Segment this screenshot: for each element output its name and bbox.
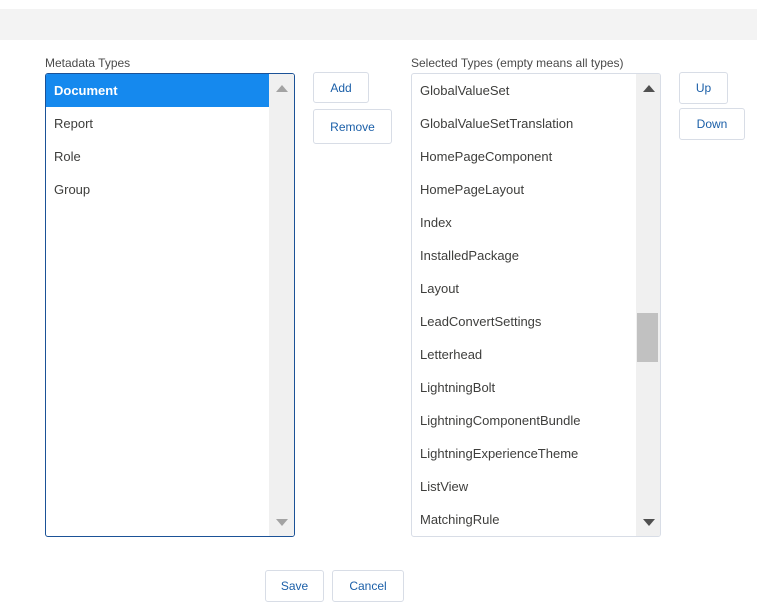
list-item[interactable]: Index — [412, 206, 636, 239]
list-item[interactable]: Letterhead — [412, 338, 636, 371]
scroll-down-icon[interactable] — [636, 512, 660, 532]
move-up-button[interactable]: Up — [679, 72, 728, 104]
scroll-thumb[interactable] — [637, 313, 658, 362]
list-item[interactable]: HomePageComponent — [412, 140, 636, 173]
scroll-up-icon[interactable] — [636, 78, 660, 98]
selected-types-label: Selected Types (empty means all types) — [411, 56, 624, 70]
list-item[interactable]: Group — [46, 173, 270, 206]
scroll-up-icon[interactable] — [269, 78, 294, 98]
list-item[interactable]: InstalledPackage — [412, 239, 636, 272]
selected-types-scrollbar[interactable] — [636, 74, 660, 536]
selected-types-listbox[interactable]: GlobalValueSet GlobalValueSetTranslation H… — [411, 73, 661, 537]
remove-button[interactable]: Remove — [313, 109, 392, 144]
metadata-types-scrollbar[interactable] — [269, 74, 294, 536]
list-item[interactable]: LeadConvertSettings — [412, 305, 636, 338]
list-item[interactable]: GlobalValueSet — [412, 74, 636, 107]
list-item[interactable]: Role — [46, 140, 270, 173]
metadata-types-listbox[interactable]: Document Report Role Group — [45, 73, 295, 537]
scroll-down-icon[interactable] — [269, 512, 294, 532]
metadata-types-items: Document Report Role Group — [46, 74, 270, 206]
save-button[interactable]: Save — [265, 570, 324, 602]
list-item[interactable]: Layout — [412, 272, 636, 305]
list-item[interactable]: LightningExperienceTheme — [412, 437, 636, 470]
move-down-button[interactable]: Down — [679, 108, 745, 140]
list-item[interactable]: GlobalValueSetTranslation — [412, 107, 636, 140]
header-bar — [0, 9, 757, 40]
add-button[interactable]: Add — [313, 72, 369, 103]
metadata-types-label: Metadata Types — [45, 56, 131, 70]
list-item[interactable]: Report — [46, 107, 270, 140]
list-item[interactable]: MatchingRule — [412, 503, 636, 536]
list-item[interactable]: LightningComponentBundle — [412, 404, 636, 437]
selected-types-items: GlobalValueSet GlobalValueSetTranslation H… — [412, 74, 636, 536]
list-item[interactable]: Document — [46, 74, 270, 107]
cancel-button[interactable]: Cancel — [332, 570, 404, 602]
list-item[interactable]: HomePageLayout — [412, 173, 636, 206]
list-item[interactable]: LightningBolt — [412, 371, 636, 404]
list-item[interactable]: ListView — [412, 470, 636, 503]
